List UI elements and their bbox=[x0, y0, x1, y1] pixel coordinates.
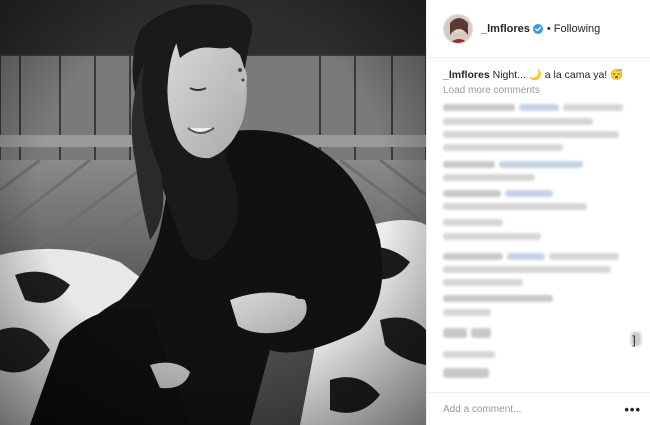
blurred-comment-line bbox=[499, 161, 583, 168]
blurred-comment-line bbox=[443, 174, 535, 181]
blurred-comment-line bbox=[505, 190, 553, 197]
blurred-comment-line bbox=[443, 161, 495, 168]
blurred-comment-line bbox=[443, 351, 495, 358]
more-options-icon[interactable]: ••• bbox=[624, 402, 641, 417]
blurred-comment-line bbox=[443, 219, 503, 226]
blurred-comment-line bbox=[443, 253, 503, 260]
post-side-panel: _lmflores • Following _lmflores Night...… bbox=[426, 0, 650, 425]
blurred-comments bbox=[443, 100, 643, 390]
blurred-comment-line bbox=[549, 253, 619, 260]
blurred-comment-line bbox=[443, 309, 491, 316]
blurred-comment-line bbox=[443, 118, 593, 125]
blurred-comment-line bbox=[507, 253, 545, 260]
avatar[interactable] bbox=[443, 13, 473, 44]
post-username[interactable]: _lmflores bbox=[481, 23, 530, 35]
blurred-comment-line bbox=[443, 295, 553, 302]
blurred-comment-line bbox=[471, 328, 491, 338]
blurred-comment-line bbox=[443, 266, 611, 273]
verified-badge-icon bbox=[532, 23, 543, 34]
blurred-comment-line bbox=[443, 279, 523, 286]
bracket-icon: ] bbox=[632, 333, 636, 347]
post-photo[interactable] bbox=[0, 0, 426, 425]
blurred-comment-line bbox=[443, 368, 489, 378]
header-separator: • bbox=[546, 22, 551, 35]
caption-username[interactable]: _lmflores bbox=[443, 69, 490, 81]
blurred-comment-line bbox=[443, 328, 467, 338]
instagram-post: _lmflores • Following _lmflores Night...… bbox=[0, 0, 650, 425]
blurred-comment-line bbox=[443, 104, 515, 111]
avatar-image bbox=[444, 14, 472, 43]
blurred-comment-line bbox=[563, 104, 623, 111]
blurred-comment-line bbox=[443, 131, 619, 138]
blurred-comment-line bbox=[443, 190, 501, 197]
caption-text: Night... 🌙 a la cama ya! 😴 bbox=[492, 69, 624, 81]
blurred-comment-line bbox=[443, 144, 563, 151]
following-button[interactable]: Following bbox=[554, 23, 600, 35]
blurred-comment-line bbox=[443, 203, 587, 210]
blurred-comment-line bbox=[443, 233, 541, 240]
blurred-comment-line bbox=[519, 104, 559, 111]
add-comment-bar: ••• bbox=[427, 392, 650, 425]
post-caption: _lmflores Night... 🌙 a la cama ya! 😴 bbox=[443, 68, 639, 82]
load-more-comments-link[interactable]: Load more comments bbox=[443, 85, 540, 96]
photo-image bbox=[0, 0, 426, 425]
post-header: _lmflores • Following bbox=[427, 0, 650, 58]
add-comment-input[interactable] bbox=[443, 403, 625, 415]
